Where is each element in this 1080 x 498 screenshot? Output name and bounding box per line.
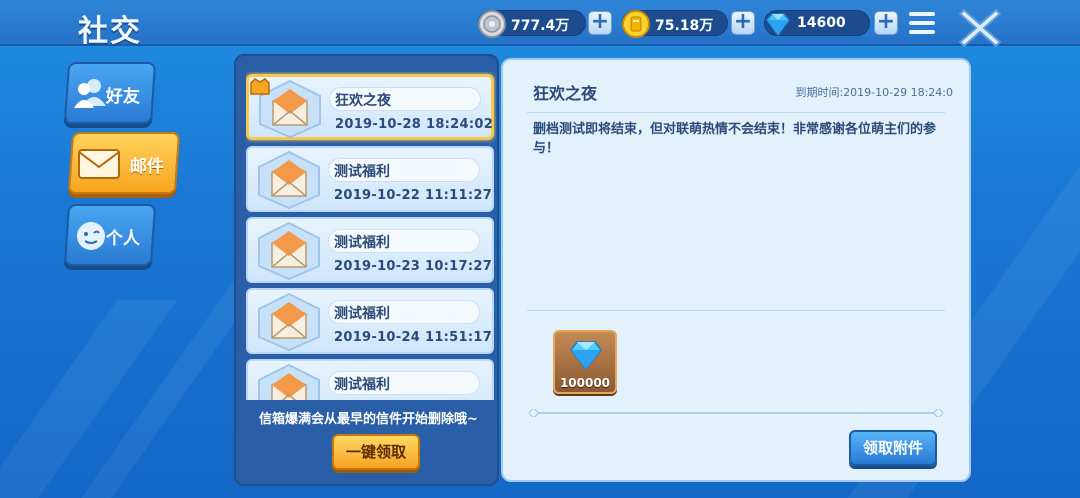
attachment-rail [529, 409, 943, 417]
envelope-icon [258, 292, 320, 352]
mail-list[interactable]: 狂欢之夜 2019-10-28 18:24:02 测试福利 2019-10-22… [246, 72, 496, 400]
claim-attachment-button[interactable]: 领取附件 [849, 430, 937, 466]
mail-subject: 测试福利 [334, 164, 390, 180]
mail-date: 2019-10-22 11:11:27 [334, 188, 493, 203]
mail-item[interactable]: 狂欢之夜 2019-10-28 18:24:02 [246, 74, 494, 140]
envelope-icon [258, 221, 320, 281]
sidebar-tab-profile[interactable]: 个人 [63, 204, 157, 266]
mail-subject: 测试福利 [334, 377, 390, 393]
mail-item[interactable]: 测试福利 [246, 359, 494, 400]
profile-icon [77, 222, 105, 250]
claim-all-button[interactable]: 一键领取 [332, 434, 420, 470]
sidebar-tab-mail[interactable]: 邮件 [67, 132, 181, 194]
divider [527, 310, 945, 311]
close-icon[interactable] [956, 4, 1004, 52]
diamond-value: 14600 [797, 15, 846, 31]
diamond-icon [766, 13, 790, 37]
gold-currency: 75.18万 [622, 10, 728, 38]
add-gold-button[interactable]: + [731, 11, 755, 35]
silver-coin-icon [478, 10, 506, 38]
mail-icon [78, 149, 120, 179]
mail-detail-panel: 狂欢之夜 到期时间:2019-10-29 18:24:0 删档测试即将结束，但对… [501, 58, 971, 482]
mail-subject: 狂欢之夜 [335, 93, 391, 109]
mail-item[interactable]: 测试福利 2019-10-23 10:17:27 [246, 217, 494, 283]
gold-coin-icon [622, 10, 650, 38]
attachment-quantity: 100000 [559, 376, 611, 390]
add-silver-button[interactable]: + [588, 11, 612, 35]
friends-icon [74, 79, 106, 108]
attachment-item[interactable]: 100000 [553, 330, 617, 394]
mailbox-full-hint: 信箱爆满会从最早的信件开始删除哦~ [259, 412, 478, 427]
silver-currency: 777.4万 [478, 10, 586, 38]
top-bar: 社交 777.4万 + 75.18万 + 14600 + [0, 0, 1080, 49]
divider [527, 112, 945, 113]
envelope-icon [258, 363, 320, 400]
envelope-icon [258, 150, 320, 210]
new-mail-badge-icon [250, 78, 270, 95]
mail-detail-body: 删档测试即将结束，但对联萌热情不会结束！非常感谢各位萌主们的参与！ [533, 122, 937, 156]
mail-date: 2019-10-28 18:24:02 [335, 117, 494, 132]
add-diamond-button[interactable]: + [874, 11, 898, 35]
gold-value: 75.18万 [655, 18, 714, 34]
mail-date: 2019-10-23 10:17:27 [334, 259, 493, 274]
sidebar-tab-friends[interactable]: 好友 [63, 62, 157, 124]
sidebar-tab-label: 个人 [105, 229, 140, 249]
mail-subject: 测试福利 [334, 306, 390, 322]
mail-expire-time: 到期时间:2019-10-29 18:24:0 [795, 86, 953, 99]
diamond-icon [570, 341, 602, 370]
sidebar-tab-label: 邮件 [129, 157, 164, 177]
diamond-currency: 14600 [764, 10, 870, 37]
page-title: 社交 [78, 14, 142, 49]
mail-list-panel: 狂欢之夜 2019-10-28 18:24:02 测试福利 2019-10-22… [234, 54, 499, 486]
sidebar-tab-label: 好友 [105, 87, 140, 107]
mail-item[interactable]: 测试福利 2019-10-24 11:51:17 [246, 288, 494, 354]
silver-value: 777.4万 [511, 18, 570, 34]
menu-icon[interactable] [909, 12, 935, 34]
mail-date: 2019-10-24 11:51:17 [334, 330, 493, 345]
mail-item[interactable]: 测试福利 2019-10-22 11:11:27 [246, 146, 494, 212]
mail-detail-title: 狂欢之夜 [533, 84, 598, 103]
mail-subject: 测试福利 [334, 235, 390, 251]
